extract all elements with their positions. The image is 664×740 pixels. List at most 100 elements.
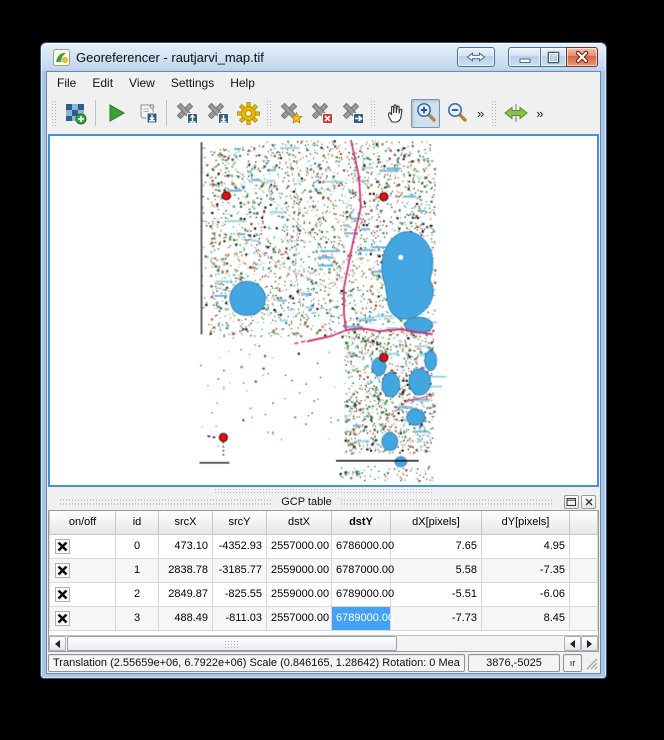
cell-filler <box>570 582 598 606</box>
menu-item-file[interactable]: File <box>49 74 84 92</box>
status-overflow-box: ır <box>563 654 582 672</box>
zoom-to-layer-button[interactable] <box>501 99 530 128</box>
open-raster-button[interactable] <box>61 99 90 128</box>
cell-dstY[interactable]: 6789000.00 <box>332 606 391 630</box>
column-header-dstX[interactable]: dstX <box>267 511 332 534</box>
cell-dstX[interactable]: 2559000.00 <box>267 582 332 606</box>
scroll-right-button[interactable] <box>581 636 598 651</box>
cell-filler <box>570 558 598 582</box>
maximize-button[interactable] <box>540 47 567 67</box>
cell-dY[interactable]: 8.45 <box>482 606 570 630</box>
toolbar-drag-handle[interactable] <box>370 100 377 126</box>
map-image[interactable] <box>50 136 597 485</box>
toolbar-overflow-chevron[interactable]: » <box>474 106 487 121</box>
save-gcp-points-button[interactable] <box>203 99 232 128</box>
transformation-settings-icon <box>236 101 261 126</box>
cursor-coordinates: 3876,-5025 <box>468 654 560 672</box>
column-header-srcY[interactable]: srcY <box>213 511 267 534</box>
load-gcp-points-button[interactable] <box>172 99 201 128</box>
toolbar-overflow-chevron[interactable]: » <box>533 106 546 121</box>
cell-srcX[interactable]: 2849.87 <box>159 582 213 606</box>
cell-dY[interactable]: -7.35 <box>482 558 570 582</box>
splitter-grip <box>214 488 434 493</box>
cell-id[interactable]: 3 <box>116 606 159 630</box>
cell-dY[interactable]: 4.95 <box>482 534 570 558</box>
cell-id[interactable]: 0 <box>116 534 159 558</box>
cell-dstX[interactable]: 2557000.00 <box>267 606 332 630</box>
column-header-id[interactable]: id <box>116 511 159 534</box>
close-button[interactable] <box>566 47 598 67</box>
scroll-left-button-2[interactable] <box>564 636 581 651</box>
cell-dstY[interactable]: 6786000.00 <box>332 534 391 558</box>
cell-dX[interactable]: 7.65 <box>391 534 482 558</box>
move-gcp-point-button[interactable] <box>338 99 367 128</box>
menu-item-edit[interactable]: Edit <box>84 74 121 92</box>
cell-srcY[interactable]: -811.03 <box>213 606 267 630</box>
cell-dstX[interactable]: 2559000.00 <box>267 558 332 582</box>
add-point-button[interactable] <box>276 99 305 128</box>
pan-button[interactable] <box>380 99 409 128</box>
scrollbar-track[interactable] <box>397 636 564 651</box>
column-header-dY[interactable]: dY[pixels] <box>482 511 570 534</box>
cell-srcY[interactable]: -3185.77 <box>213 558 267 582</box>
menu-item-view[interactable]: View <box>121 74 163 92</box>
column-header-filler <box>570 511 598 534</box>
start-georeferencing-icon <box>105 102 127 124</box>
transform-status: Translation (2.55659e+06, 6.7922e+06) Sc… <box>48 654 465 672</box>
arrow-left-icon <box>55 640 60 648</box>
table-horizontal-scrollbar[interactable] <box>49 635 598 651</box>
gcp-enabled-checkbox[interactable] <box>50 606 116 630</box>
cell-id[interactable]: 2 <box>116 582 159 606</box>
toolbar-drag-handle[interactable] <box>266 100 273 126</box>
column-header-dX[interactable]: dX[pixels] <box>391 511 482 534</box>
gcp-panel-titlebar[interactable]: GCP table <box>47 494 600 510</box>
gdal-script-button[interactable] <box>132 99 161 128</box>
gcp-enabled-checkbox[interactable] <box>50 558 116 582</box>
title-bar[interactable]: Georeferencer - rautjarvi_map.tif <box>46 43 601 71</box>
panel-close-button[interactable] <box>581 495 596 509</box>
cell-srcX[interactable]: 473.10 <box>159 534 213 558</box>
gcp-enabled-checkbox[interactable] <box>50 582 116 606</box>
open-raster-icon <box>64 102 87 125</box>
panel-splitter[interactable] <box>47 487 600 494</box>
menu-item-help[interactable]: Help <box>222 74 263 92</box>
cell-id[interactable]: 1 <box>116 558 159 582</box>
cell-dX[interactable]: -7.73 <box>391 606 482 630</box>
window-resize-grip[interactable] <box>585 655 599 671</box>
delete-point-button[interactable] <box>307 99 336 128</box>
cell-dX[interactable]: -5.51 <box>391 582 482 606</box>
cell-dstX[interactable]: 2557000.00 <box>267 534 332 558</box>
scroll-left-button[interactable] <box>49 636 66 651</box>
zoom-out-button[interactable] <box>442 99 471 128</box>
cell-srcX[interactable]: 2838.78 <box>159 558 213 582</box>
menu-item-settings[interactable]: Settings <box>163 74 222 92</box>
zoom-in-button[interactable] <box>411 99 440 128</box>
panel-float-button[interactable] <box>564 495 579 509</box>
cell-dX[interactable]: 5.58 <box>391 558 482 582</box>
toolbar-drag-handle[interactable] <box>51 100 58 126</box>
column-header-dstY[interactable]: dstY <box>332 511 391 534</box>
cell-dstY[interactable]: 6789000.00 <box>332 582 391 606</box>
cell-srcY[interactable]: -825.55 <box>213 582 267 606</box>
move-gcp-point-icon <box>341 101 365 125</box>
minimize-icon <box>518 49 532 65</box>
map-canvas[interactable] <box>48 134 599 487</box>
start-georeferencing-button[interactable] <box>101 99 130 128</box>
gcp-enabled-checkbox[interactable] <box>50 534 116 558</box>
dock-window-button[interactable] <box>457 47 495 67</box>
toolbar-drag-handle[interactable] <box>491 100 498 126</box>
cell-srcY[interactable]: -4352.93 <box>213 534 267 558</box>
scrollbar-thumb[interactable] <box>67 636 397 651</box>
gdal-script-icon <box>135 101 159 125</box>
cell-srcX[interactable]: 488.49 <box>159 606 213 630</box>
arrow-right-icon <box>587 640 592 648</box>
column-header-on[interactable]: on/off <box>50 511 116 534</box>
window-content: FileEditViewSettingsHelp <box>46 71 601 674</box>
cell-dY[interactable]: -6.06 <box>482 582 570 606</box>
cell-dstY[interactable]: 6787000.00 <box>332 558 391 582</box>
transformation-settings-button[interactable] <box>234 99 263 128</box>
column-header-srcX[interactable]: srcX <box>159 511 213 534</box>
gcp-table-row: 0473.10-4352.932557000.006786000.007.654… <box>50 534 598 558</box>
minimize-button[interactable] <box>508 47 541 67</box>
arrow-left-icon <box>570 640 575 648</box>
